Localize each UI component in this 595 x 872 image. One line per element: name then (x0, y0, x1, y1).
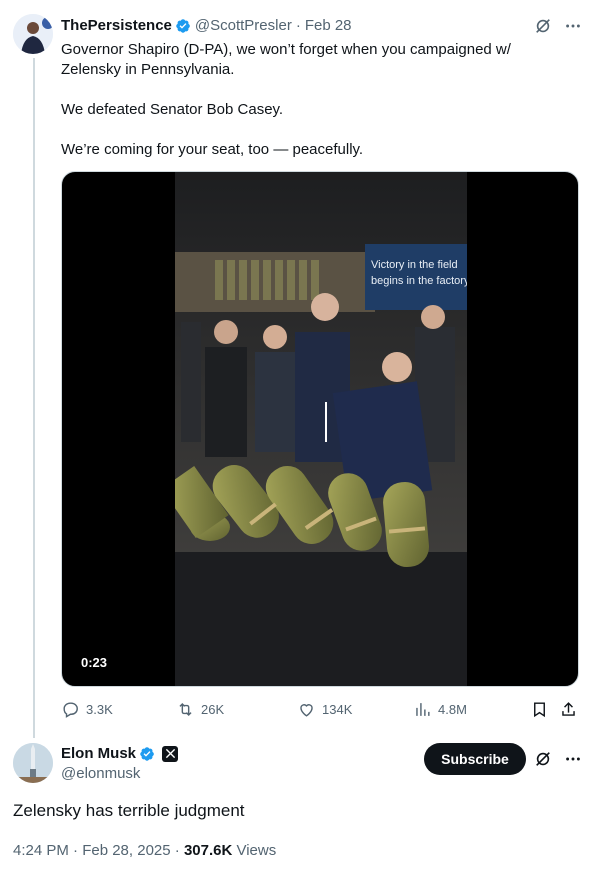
banner-text-2: begins in the factory (371, 275, 467, 287)
tweet-paragraph: We defeated Senator Bob Casey. (61, 101, 284, 118)
tweet2-header: Elon Musk (61, 745, 179, 762)
reply-count: 3.3K (86, 702, 113, 717)
video-frame: Victory in the field begins in the facto… (175, 172, 467, 686)
separator: · (295, 17, 301, 34)
like-button[interactable]: 134K (297, 700, 352, 719)
views-count: 307.6K (183, 842, 233, 859)
tweet-meta: 4:24 PM · Feb 28, 2025 · 307.6K Views (13, 842, 276, 859)
author-handle[interactable]: @ScottPresler (195, 17, 292, 34)
x-affiliate-icon[interactable] (162, 745, 179, 762)
views-label: Views (232, 842, 277, 859)
video-duration: 0:23 (73, 653, 116, 672)
avatar[interactable] (13, 743, 53, 783)
repost-button[interactable]: 26K (176, 700, 224, 719)
tweet-text: Governor Shapiro (D-PA), we won’t forget… (61, 40, 561, 160)
share-button[interactable] (559, 700, 578, 719)
author-name[interactable]: Elon Musk (61, 745, 136, 762)
tweet1-top-actions (533, 16, 583, 36)
tweet-paragraph: Governor Shapiro (D-PA), we won’t forget… (61, 41, 511, 78)
author-name[interactable]: ThePersistence (61, 17, 172, 34)
tweet-paragraph: We’re coming for your seat, too — peacef… (61, 141, 364, 158)
reply-icon (63, 702, 78, 718)
reply-button[interactable]: 3.3K (61, 700, 113, 719)
video-player[interactable]: Victory in the field begins in the facto… (61, 171, 579, 687)
verified-badge-icon[interactable] (139, 746, 155, 762)
engagement-bar: 3.3K 26K 134K 4.8M (61, 700, 579, 722)
tweet-date[interactable]: Feb 28 (305, 17, 352, 34)
more-icon[interactable] (563, 749, 583, 769)
views-count: 4.8M (438, 702, 467, 717)
tweet-text: Zelensky has terrible judgment (13, 801, 245, 820)
more-icon[interactable] (563, 16, 583, 36)
like-icon (300, 704, 313, 717)
verified-badge-icon[interactable] (175, 18, 191, 34)
thread-connector (33, 58, 35, 738)
author-handle[interactable]: @elonmusk (61, 765, 140, 782)
share-icon (562, 702, 575, 716)
bookmark-button[interactable] (530, 700, 549, 719)
repost-icon (179, 702, 192, 717)
tweet2-top-actions (533, 749, 583, 769)
views-icon (416, 703, 430, 716)
grok-icon[interactable] (533, 16, 553, 36)
tweet-time[interactable]: 4:24 PM · Feb 28, 2025 · (13, 842, 184, 859)
grok-icon[interactable] (533, 749, 553, 769)
subscribe-button[interactable]: Subscribe (424, 743, 526, 775)
views-button[interactable]: 4.8M (413, 700, 467, 719)
repost-count: 26K (201, 702, 225, 717)
avatar[interactable] (13, 14, 53, 54)
like-count: 134K (322, 702, 353, 717)
tweet-header: ThePersistence @ScottPresler · Feb 28 (61, 17, 352, 34)
bookmark-icon (534, 702, 545, 718)
banner-text-1: Victory in the field (371, 259, 458, 271)
